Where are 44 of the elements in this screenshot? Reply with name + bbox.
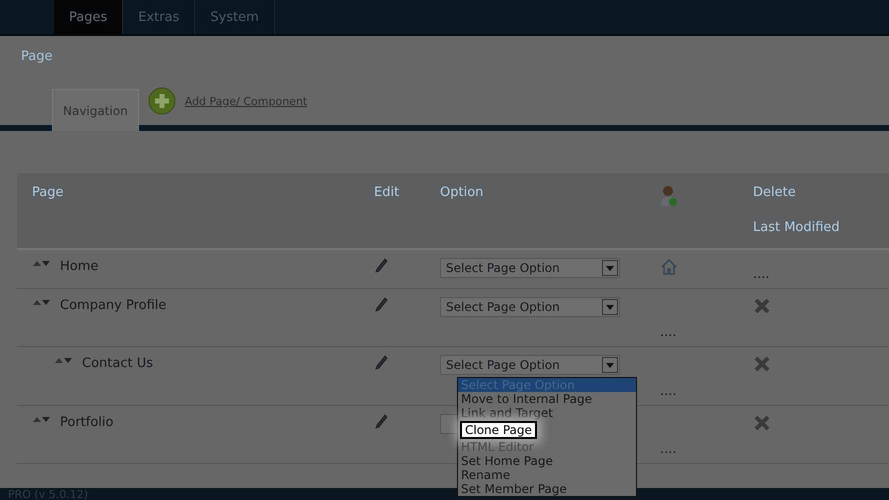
last-modified: .... [660,445,678,455]
page-name[interactable]: Contact Us [82,356,153,371]
pencil-icon[interactable] [374,297,388,313]
add-icon[interactable] [148,87,176,115]
reorder-arrows-icon[interactable] [32,298,52,306]
pencil-icon[interactable] [374,355,388,371]
reorder-arrows-icon[interactable] [32,415,52,423]
dropdown-option[interactable]: Rename [458,468,514,482]
nav-tab[interactable]: System [195,0,275,34]
caret-icon [606,266,614,270]
column-heading: Option [440,184,484,202]
caret-icon [606,304,614,310]
nav-tab[interactable]: Pages [54,0,124,34]
pencil-icon[interactable] [374,414,388,430]
dropdown-option[interactable]: Link and Target [458,406,556,420]
last-modified: .... [660,328,678,338]
user-icon [660,185,678,207]
page-name[interactable]: Home [60,259,98,274]
column-heading: Edit [374,184,400,202]
page-option-select[interactable]: Select Page Option [440,258,620,278]
column-heading: Page [32,184,64,202]
dropdown-option[interactable]: Move to Internal Page [458,392,595,406]
page-name[interactable]: Portfolio [60,415,114,430]
last-modified: .... [660,387,678,397]
add-page-link[interactable]: Add Page/ Component [184,94,308,108]
caret-icon [606,362,614,368]
reorder-arrows-icon[interactable] [54,356,74,364]
dropdown-option[interactable]: Clone Page [460,421,537,439]
pencil-icon[interactable] [374,258,388,274]
last-modified: .... [753,270,771,280]
delete-icon[interactable] [753,355,771,373]
section-title: Page [20,48,54,66]
column-heading: Last Modified [753,220,841,235]
navigation-tab[interactable]: Navigation [52,89,139,131]
column-heading: Delete [753,185,797,200]
delete-icon[interactable] [753,297,771,315]
dropdown-option[interactable]: Set Home Page [458,454,556,468]
page-name[interactable]: Company Profile [60,298,166,313]
nav-tab[interactable]: Extras [123,0,196,34]
delete-icon[interactable] [753,414,771,432]
reorder-arrows-icon[interactable] [32,259,52,267]
page-option-select[interactable]: Select Page Option [440,297,620,317]
page-option-select[interactable]: Select Page Option [440,355,620,375]
home-icon [660,258,678,276]
